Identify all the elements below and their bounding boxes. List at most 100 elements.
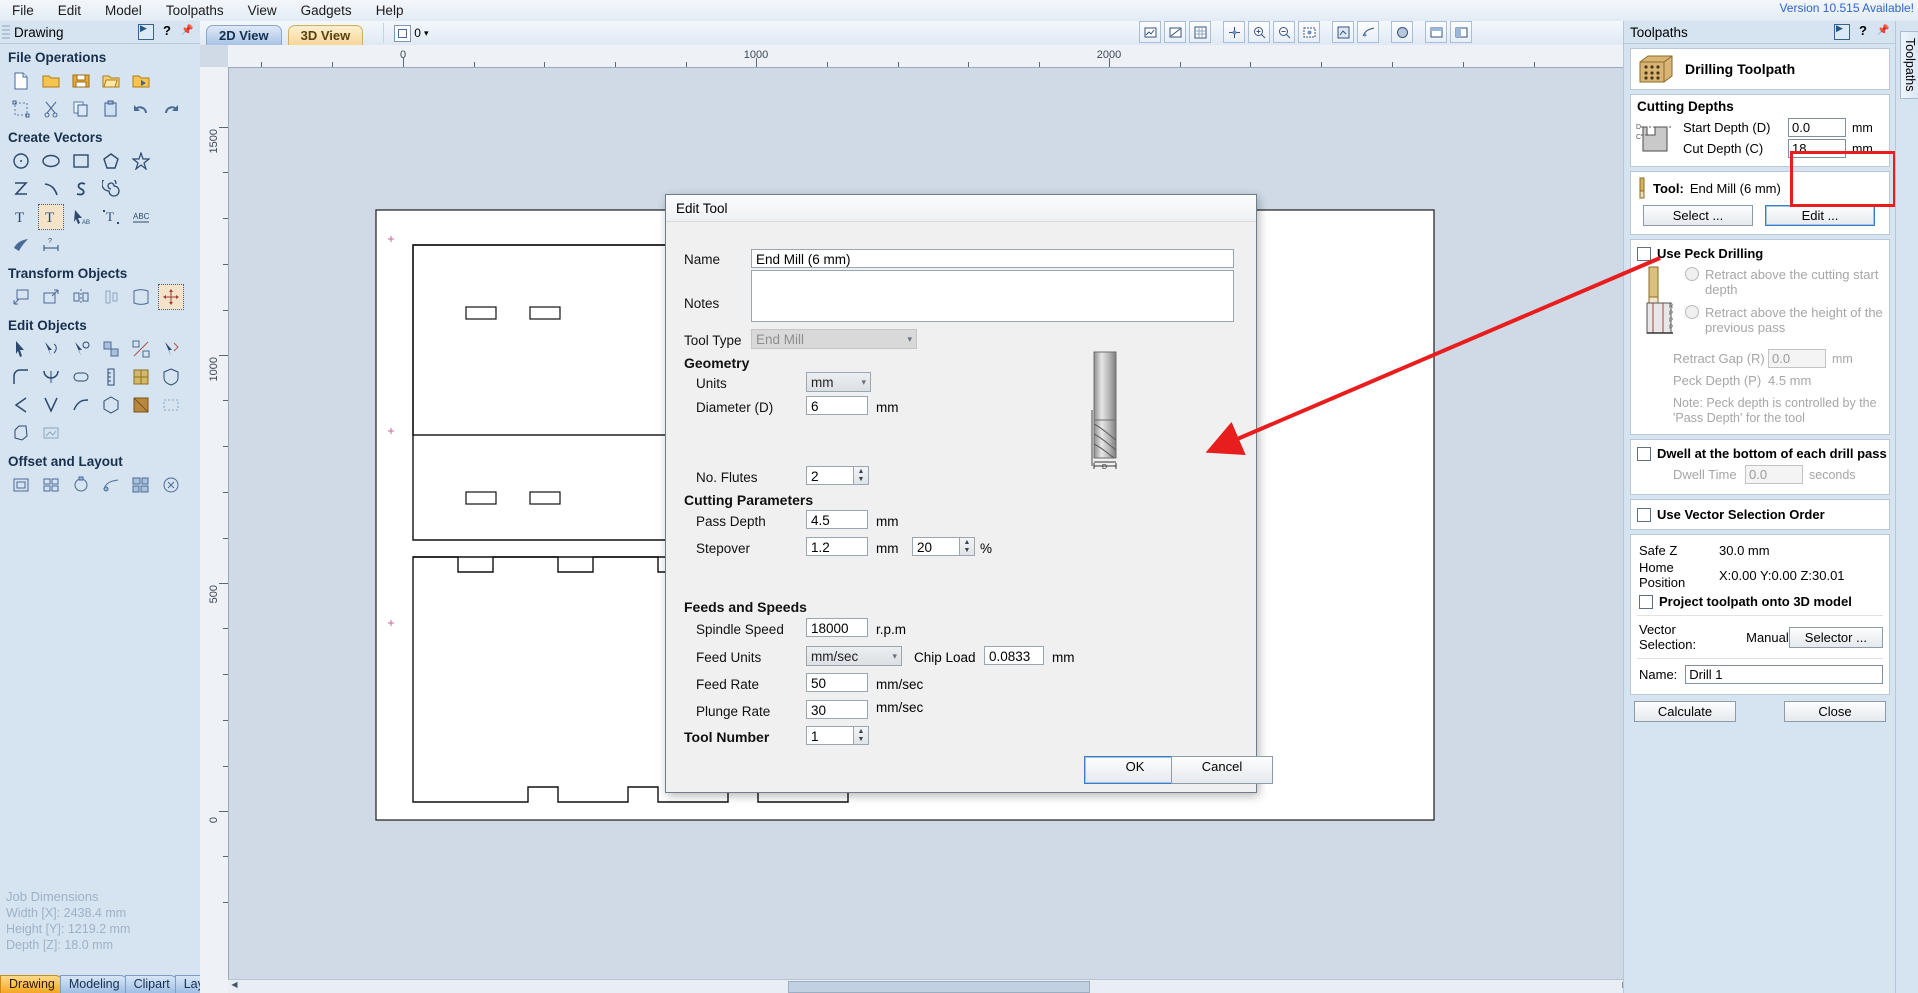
trace-bitmap-icon[interactable] bbox=[8, 232, 34, 258]
ellipse-icon[interactable] bbox=[38, 148, 64, 174]
stepover-percent-input[interactable]: 20 bbox=[912, 537, 960, 556]
offset-edit-icon[interactable] bbox=[68, 364, 94, 390]
pin-icon[interactable] bbox=[180, 25, 194, 39]
menu-item-toolpaths[interactable]: Toolpaths bbox=[154, 1, 236, 20]
save-icon[interactable] bbox=[68, 68, 94, 94]
trim-icon[interactable] bbox=[38, 364, 64, 390]
menu-item-file[interactable]: File bbox=[0, 1, 46, 20]
help-icon[interactable] bbox=[160, 23, 174, 39]
new-file-icon[interactable] bbox=[8, 68, 34, 94]
arc-icon[interactable] bbox=[38, 176, 64, 202]
cancel-button[interactable]: Cancel bbox=[1171, 756, 1273, 784]
import-icon[interactable] bbox=[128, 68, 154, 94]
zoom-out-icon[interactable] bbox=[1273, 21, 1295, 43]
circle-icon[interactable] bbox=[8, 148, 34, 174]
cut-icon[interactable] bbox=[38, 96, 64, 122]
smooth-icon[interactable] bbox=[98, 392, 124, 418]
bitmap-fit-icon[interactable] bbox=[38, 420, 64, 446]
flutes-spin-buttons[interactable]: ▲ ▼ bbox=[854, 466, 869, 485]
spiral-icon[interactable] bbox=[98, 176, 124, 202]
node-edit-icon[interactable] bbox=[8, 336, 34, 362]
greater-icon[interactable] bbox=[128, 392, 154, 418]
help-icon[interactable] bbox=[1856, 23, 1870, 39]
tab-modeling[interactable]: Modeling bbox=[59, 975, 129, 993]
auto-text-icon[interactable]: ABC bbox=[128, 204, 154, 230]
select-all-icon[interactable] bbox=[8, 96, 34, 122]
panel-grip[interactable] bbox=[2, 25, 10, 39]
align-icon[interactable] bbox=[158, 284, 184, 310]
merge-icon[interactable] bbox=[38, 392, 64, 418]
scroll-left-arrow[interactable]: ◀ bbox=[228, 980, 241, 993]
stepover-spin-buttons[interactable]: ▲ ▼ bbox=[960, 537, 975, 556]
diameter-input[interactable]: 6 bbox=[806, 396, 868, 415]
calculate-button[interactable]: Calculate bbox=[1634, 701, 1736, 722]
curve-icon[interactable] bbox=[68, 176, 94, 202]
tool-number-input[interactable]: 1 bbox=[806, 726, 854, 745]
selector-button[interactable]: Selector ... bbox=[1788, 626, 1883, 648]
project-toolpath-checkbox[interactable] bbox=[1639, 594, 1653, 609]
edit-tool-button[interactable]: Edit ... bbox=[1765, 205, 1875, 226]
shield-icon[interactable] bbox=[158, 364, 184, 390]
plate-layout-icon[interactable] bbox=[98, 472, 124, 498]
redo-icon[interactable] bbox=[158, 96, 184, 122]
array-icon[interactable] bbox=[128, 284, 154, 310]
undo-icon[interactable] bbox=[128, 96, 154, 122]
offset-icon[interactable] bbox=[8, 472, 34, 498]
pin-icon[interactable] bbox=[1876, 25, 1890, 39]
tool-name-input[interactable]: End Mill (6 mm) bbox=[751, 249, 1234, 268]
zoom-in-icon[interactable] bbox=[1248, 21, 1270, 43]
tab-3d-view[interactable]: 3D View bbox=[287, 25, 364, 45]
copy-icon[interactable] bbox=[68, 96, 94, 122]
dimension-icon[interactable]: ? bbox=[38, 232, 64, 258]
cut-depth-input[interactable]: 18 bbox=[1788, 139, 1846, 158]
feed-rate-input[interactable]: 50 bbox=[806, 673, 868, 692]
text-select-icon[interactable]: AB bbox=[68, 204, 94, 230]
text-on-curve-icon[interactable]: T bbox=[98, 204, 124, 230]
side-tab-toolpaths[interactable]: Toolpaths bbox=[1900, 31, 1918, 99]
select-tool-button[interactable]: Select ... bbox=[1643, 205, 1753, 226]
menu-item-help[interactable]: Help bbox=[364, 1, 416, 20]
tool-notes-textarea[interactable] bbox=[751, 270, 1234, 322]
menu-item-edit[interactable]: Edit bbox=[46, 1, 93, 20]
dwell-time-input[interactable]: 0.0 bbox=[1745, 465, 1803, 484]
toggle-grid-icon[interactable] bbox=[1189, 21, 1211, 43]
menu-item-view[interactable]: View bbox=[236, 1, 289, 20]
scroll-thumb[interactable] bbox=[788, 981, 1090, 993]
pass-depth-input[interactable]: 4.5 bbox=[806, 510, 868, 529]
star-icon[interactable] bbox=[128, 148, 154, 174]
boolean-icon[interactable] bbox=[8, 392, 34, 418]
flutes-input[interactable]: 2 bbox=[806, 466, 854, 485]
group-icon[interactable] bbox=[98, 336, 124, 362]
stepover-input[interactable]: 1.2 bbox=[806, 537, 868, 556]
nesting-icon[interactable] bbox=[128, 472, 154, 498]
tool-type-select[interactable]: End Mill ▾ bbox=[751, 329, 917, 349]
tile-view-icon[interactable] bbox=[1450, 21, 1472, 43]
fit-curves-icon[interactable] bbox=[68, 392, 94, 418]
menu-item-model[interactable]: Model bbox=[93, 1, 154, 20]
open-recent-icon[interactable] bbox=[98, 68, 124, 94]
start-depth-input[interactable]: 0.0 bbox=[1788, 118, 1846, 137]
nest-icon[interactable] bbox=[128, 364, 154, 390]
polygon-edit-icon[interactable] bbox=[8, 420, 34, 446]
zoom-extents-icon[interactable] bbox=[1223, 21, 1245, 43]
arrow-right-icon[interactable] bbox=[158, 392, 184, 418]
close-vectors-icon[interactable] bbox=[68, 336, 94, 362]
polygon-icon[interactable] bbox=[98, 148, 124, 174]
close-button[interactable]: Close bbox=[1784, 701, 1886, 722]
units-select[interactable]: mm ▾ bbox=[806, 372, 871, 392]
chip-load-input[interactable]: 0.0833 bbox=[984, 646, 1044, 665]
toggle-vectors-icon[interactable] bbox=[1164, 21, 1186, 43]
stepover-percent-stepper[interactable]: 20 ▲ ▼ bbox=[912, 537, 975, 556]
retract-option-2-radio[interactable] bbox=[1685, 305, 1699, 319]
tab-clipart[interactable]: Clipart bbox=[124, 975, 179, 993]
collapse-panel-icon[interactable] bbox=[138, 23, 154, 40]
spindle-speed-input[interactable]: 18000 bbox=[806, 618, 868, 637]
use-vector-selection-order-checkbox[interactable] bbox=[1637, 507, 1651, 522]
zoom-control[interactable]: 0 ▾ bbox=[383, 23, 428, 43]
zoom-window-icon[interactable] bbox=[1332, 21, 1354, 43]
use-peck-drilling-checkbox[interactable] bbox=[1637, 246, 1651, 261]
toggle-bitmap-icon[interactable] bbox=[1139, 21, 1161, 43]
toolpath-preview-icon[interactable] bbox=[1357, 21, 1379, 43]
collapse-panel-icon[interactable] bbox=[1834, 23, 1850, 40]
zoom-selection-icon[interactable] bbox=[1298, 21, 1320, 43]
